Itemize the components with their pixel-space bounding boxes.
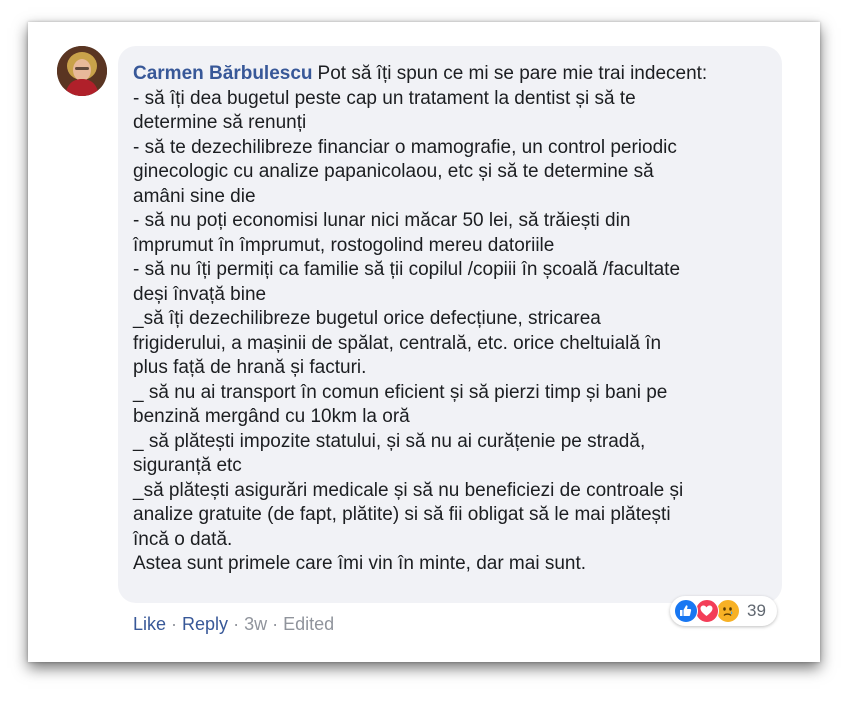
comment-line: împrumut în împrumut, rostogolind mereu … — [133, 234, 555, 256]
comment-line: - să nu poți economisi lunar nici măcar … — [133, 210, 631, 231]
comment-line: încă o dată. — [133, 528, 233, 550]
comment-line: _să plătești asigurări medicale și să nu… — [133, 479, 684, 501]
like-icon — [674, 599, 698, 623]
separator: · — [171, 614, 178, 634]
comment-line: plus față de hrană și facturi. — [133, 357, 367, 378]
comment-line: determine să renunți — [133, 112, 307, 133]
comment-body: Carmen Bărbulescu Pot să îți spun ce mi s… — [133, 62, 778, 577]
comment-line: - să îți dea bugetul peste cap un tratam… — [133, 87, 636, 109]
comment-line: ginecologic cu analize papanicolaou, etc… — [133, 161, 654, 182]
like-button[interactable]: Like — [133, 614, 166, 634]
comment-line: - să nu îți permiți ca familie să ții co… — [133, 259, 681, 280]
reply-button[interactable]: Reply — [182, 614, 228, 634]
comment-line: deși învață bine — [133, 283, 267, 305]
author-avatar[interactable] — [57, 46, 107, 96]
comment-line: - să te dezechilibreze financiar o mamog… — [133, 136, 677, 158]
comment-actions: Like · Reply · 3w · Edited — [133, 614, 334, 635]
timestamp[interactable]: 3w — [244, 614, 267, 634]
avatar-image — [57, 46, 107, 96]
comment-line: Pot să îți spun ce mi se pare mie trai i… — [317, 63, 708, 84]
comment-line: siguranță etc — [133, 455, 242, 476]
comment-line: _ să nu ai transport în comun eficient ș… — [133, 381, 668, 403]
comment-line: Astea sunt primele care îmi vin în minte… — [133, 553, 587, 574]
comment-line: _ să plătești impozite statului, și să n… — [133, 430, 646, 452]
comment-line: analize gratuite (de fapt, plătite) si s… — [133, 504, 671, 525]
comment-line: frigiderului, a mașinii de spălat, centr… — [133, 332, 662, 354]
separator: · — [233, 614, 240, 634]
comment-line: amâni sine die — [133, 185, 256, 207]
reaction-count: 39 — [747, 601, 766, 620]
comment-line: benzină mergând cu 10km la oră — [133, 406, 410, 427]
sad-icon — [716, 599, 740, 623]
love-icon — [695, 599, 719, 623]
reactions-summary[interactable]: 39 — [670, 596, 777, 626]
edited-label[interactable]: Edited — [283, 614, 334, 634]
author-name[interactable]: Carmen Bărbulescu — [133, 63, 313, 84]
separator: · — [272, 614, 279, 634]
comment-line: _să îți dezechilibreze bugetul orice def… — [133, 308, 601, 329]
